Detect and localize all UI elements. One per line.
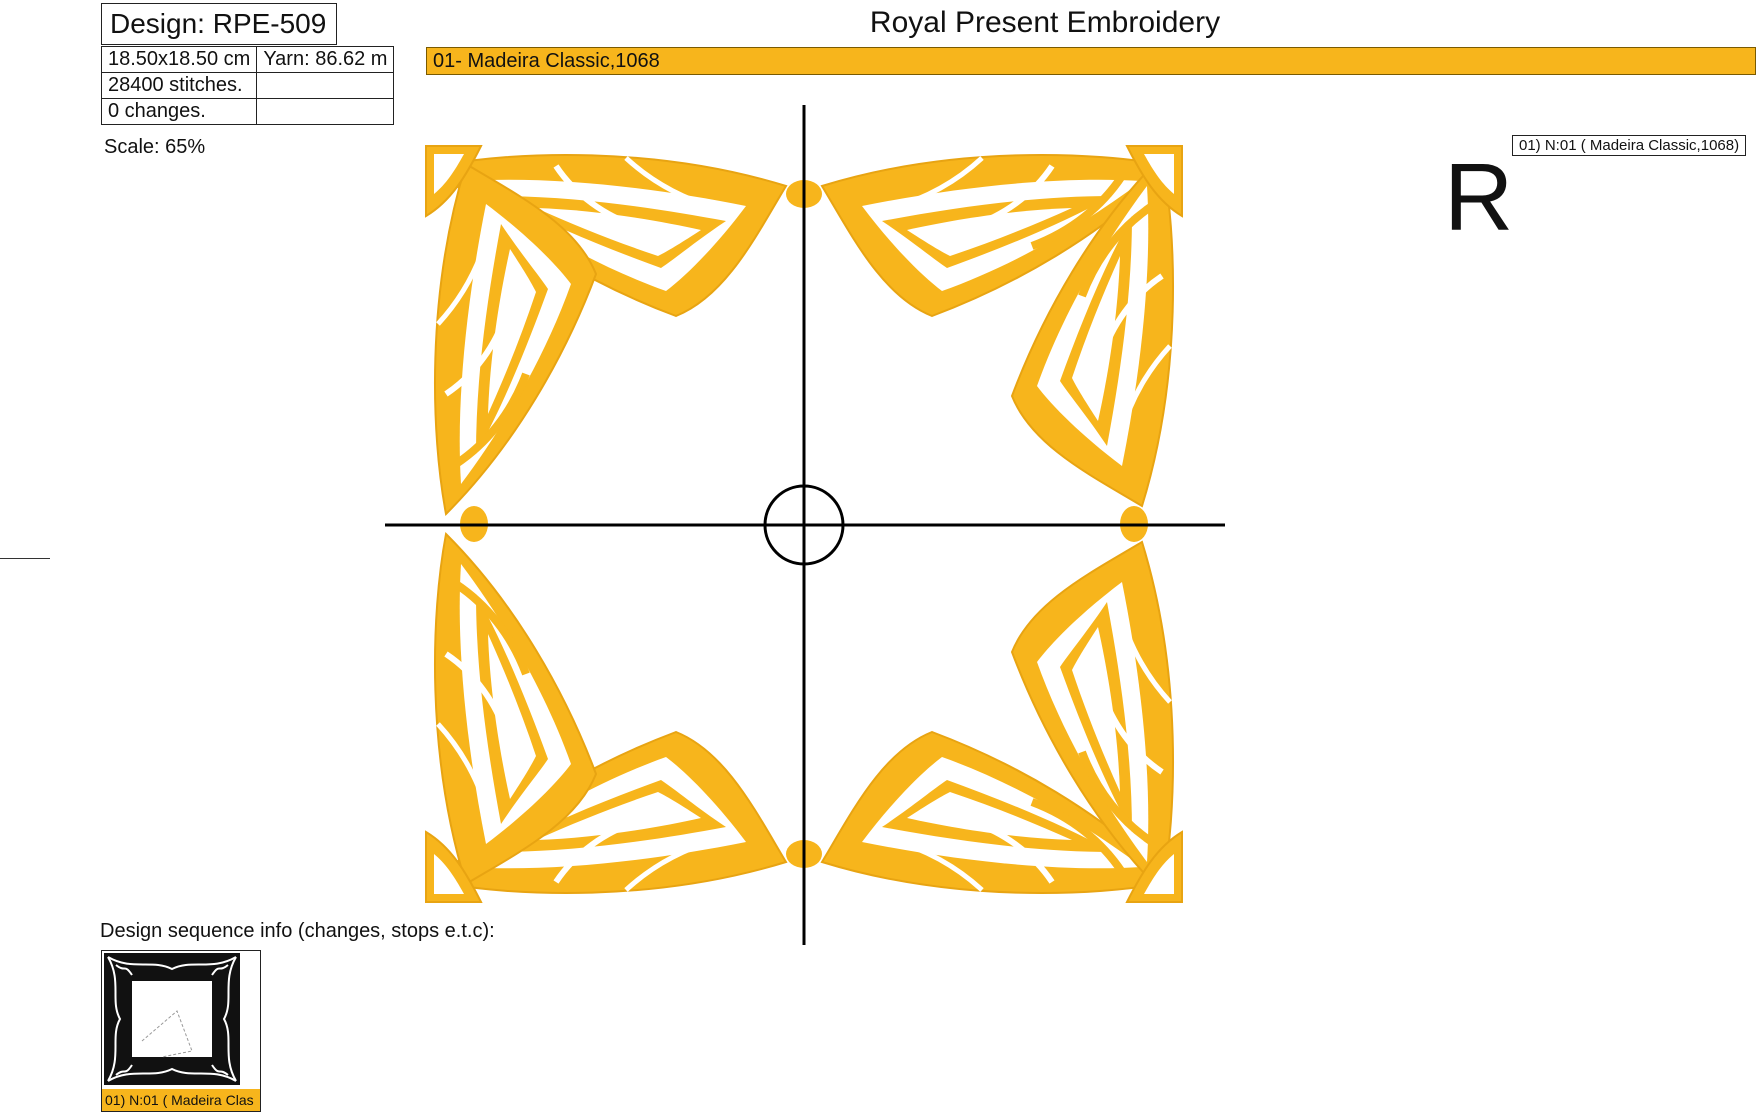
thumbnail-caption: 01) N:01 ( Madeira Clas <box>102 1089 260 1111</box>
thumbnail-preview <box>102 951 260 1089</box>
embroidery-preview <box>385 105 1225 945</box>
sequence-label: Design sequence info (changes, stops e.t… <box>100 920 495 942</box>
sequence-thumbnail[interactable]: 01) N:01 ( Madeira Clas <box>101 950 261 1112</box>
